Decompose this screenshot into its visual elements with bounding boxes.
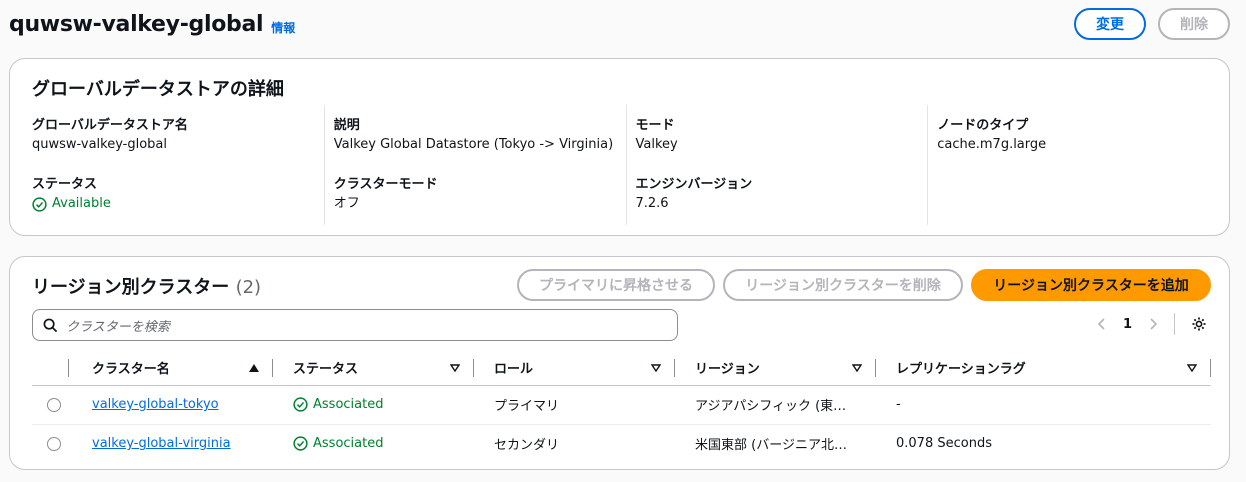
node-type-value: cache.m7g.large [937, 137, 1047, 152]
pagination: 1 [1097, 313, 1207, 335]
gear-icon[interactable] [1191, 316, 1207, 332]
table-row[interactable]: valkey-global-tokyo Associated プライマリ アジア… [32, 385, 1211, 425]
row-replication-lag: 0.078 Seconds [896, 436, 992, 452]
node-type-label: ノードのタイプ [937, 118, 1029, 133]
promote-primary-button[interactable]: プライマリに昇格させる [517, 269, 715, 301]
page-header: quwsw-valkey-global 情報 変更 削除 [9, 8, 1230, 40]
regional-clusters-title: リージョン別クラスター (2) [32, 273, 261, 299]
row-select-radio[interactable] [47, 397, 61, 412]
status-label: ステータス [32, 177, 98, 192]
table-header-row: クラスター名 ステータス ロール リージョン レプリケーションラグ [32, 351, 1211, 386]
regional-actions: プライマリに昇格させる リージョン別クラスターを削除 リージョン別クラスターを追… [517, 269, 1211, 301]
column-label-replication-lag: レプリケーションラグ [896, 362, 1026, 378]
column-header-name[interactable]: クラスター名 [70, 351, 273, 386]
details-panel: グローバルデータストアの詳細 グローバルデータストア名 quwsw-valkey… [9, 58, 1230, 236]
column-header-status[interactable]: ステータス [273, 351, 474, 386]
search-icon [43, 318, 58, 332]
mode-label: モード [635, 118, 675, 133]
cluster-name-link[interactable]: valkey-global-tokyo [92, 397, 219, 412]
regional-clusters-panel: リージョン別クラスター (2) プライマリに昇格させる リージョン別クラスターを… [9, 256, 1230, 470]
add-regional-cluster-button[interactable]: リージョン別クラスターを追加 [971, 269, 1211, 301]
header-actions: 変更 削除 [1074, 8, 1230, 40]
column-label-name: クラスター名 [92, 362, 170, 378]
description-value: Valkey Global Datastore (Tokyo -> Virgin… [333, 137, 614, 152]
remove-regional-cluster-button[interactable]: リージョン別クラスターを削除 [723, 269, 963, 301]
details-title: グローバルデータストアの詳細 [32, 79, 284, 100]
info-link[interactable]: 情報 [271, 19, 295, 36]
status-text: Available [52, 196, 111, 211]
success-check-icon [293, 436, 308, 451]
sort-icon[interactable] [450, 364, 460, 372]
details-col-1: グローバルデータストア名 quwsw-valkey-global ステータス A… [10, 105, 324, 225]
details-col-3: モード Valkey エンジンバージョン 7.2.6 [625, 105, 928, 225]
search-input[interactable]: クラスターを検索 [32, 309, 678, 341]
page-number[interactable]: 1 [1123, 317, 1132, 332]
row-status-text: Associated [313, 397, 384, 412]
datastore-name-value: quwsw-valkey-global [32, 137, 168, 152]
details-col-4: ノードのタイプ cache.m7g.large [927, 105, 1229, 225]
chevron-left-icon[interactable] [1097, 317, 1107, 331]
page-title: quwsw-valkey-global [9, 11, 264, 37]
sort-icon[interactable] [852, 364, 862, 372]
column-label-region: リージョン [695, 362, 760, 378]
column-header-replication-lag[interactable]: レプリケーションラグ [876, 351, 1211, 386]
column-header-role[interactable]: ロール [474, 351, 675, 386]
regional-clusters-count: (2) [235, 277, 262, 298]
row-replication-lag: - [896, 397, 901, 412]
pager-divider [1174, 313, 1175, 335]
details-grid: グローバルデータストア名 quwsw-valkey-global ステータス A… [10, 105, 1229, 225]
description-label: 説明 [333, 118, 360, 133]
cluster-name-link[interactable]: valkey-global-virginia [92, 436, 231, 451]
row-region: 米国東部 (バージニア北… [695, 438, 847, 454]
status-value: Available [32, 194, 324, 214]
sort-icon[interactable] [651, 364, 661, 372]
details-col-2: 説明 Valkey Global Datastore (Tokyo -> Vir… [323, 105, 626, 225]
mode-value: Valkey [635, 137, 678, 152]
select-column-header [32, 351, 70, 386]
delete-button[interactable]: 削除 [1158, 8, 1230, 40]
row-status: Associated [273, 397, 474, 412]
column-label-role: ロール [494, 362, 534, 378]
row-role: セカンダリ [494, 438, 560, 454]
sort-icon[interactable] [1187, 364, 1197, 372]
regional-clusters-table: クラスター名 ステータス ロール リージョン レプリケーションラグ valkey… [32, 351, 1211, 463]
datastore-name-label: グローバルデータストア名 [32, 118, 188, 133]
row-select-radio[interactable] [47, 436, 61, 451]
table-row[interactable]: valkey-global-virginia Associated セカンダリ … [32, 424, 1211, 463]
engine-version-label: エンジンバージョン [635, 177, 753, 192]
success-check-icon [293, 397, 308, 412]
row-role: プライマリ [494, 399, 560, 414]
chevron-right-icon[interactable] [1148, 317, 1158, 331]
edit-button[interactable]: 変更 [1074, 8, 1146, 40]
column-label-status: ステータス [293, 362, 359, 378]
cluster-mode-value: オフ [333, 196, 360, 211]
row-region: アジアパシフィック (東… [695, 399, 847, 414]
row-status-text: Associated [313, 436, 384, 452]
regional-clusters-heading: リージョン別クラスター [32, 277, 230, 298]
column-header-region[interactable]: リージョン [675, 351, 876, 386]
sort-ascending-icon[interactable] [249, 363, 259, 372]
search-placeholder: クラスターを検索 [66, 319, 170, 335]
row-status: Associated [273, 436, 474, 451]
success-check-icon [32, 196, 47, 212]
cluster-mode-label: クラスターモード [333, 177, 438, 192]
engine-version-value: 7.2.6 [635, 196, 669, 211]
